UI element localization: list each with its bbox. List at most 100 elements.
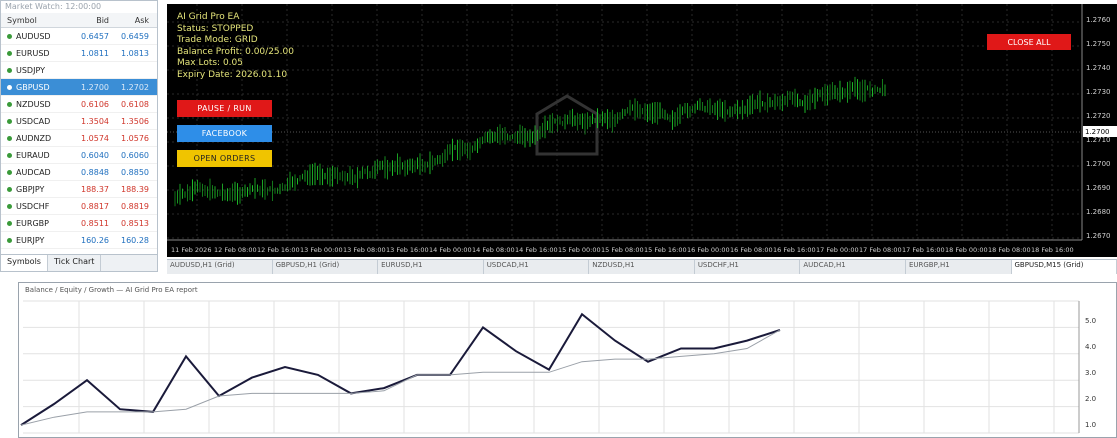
- ask-price: 0.6459: [121, 31, 149, 41]
- ask-price: 0.6060: [121, 150, 149, 160]
- bid-price: 1.0574: [81, 133, 109, 143]
- column-bid[interactable]: Bid: [73, 16, 113, 25]
- symbol-status-icon: [7, 203, 12, 209]
- symbol-status-icon: [7, 118, 12, 124]
- bid-price: 0.8511: [81, 218, 109, 228]
- symbol-label: EURAUD: [16, 150, 50, 160]
- chart-tab[interactable]: USDCHF,H1: [695, 260, 801, 274]
- time-label: 12 Feb 08:00: [214, 246, 257, 254]
- symbol-status-icon: [7, 186, 12, 192]
- symbol-label: AUDNZD: [16, 133, 52, 143]
- market-watch-row[interactable]: NZDUSD 0.6106 0.6108: [1, 96, 157, 113]
- symbol-label: USDCAD: [16, 116, 51, 126]
- chart-tab[interactable]: EURGBP,H1: [906, 260, 1012, 274]
- chart-tab[interactable]: NZDUSD,H1: [589, 260, 695, 274]
- bid-price: 0.8817: [81, 201, 109, 211]
- balance-line: [20, 312, 781, 426]
- market-watch-row[interactable]: AUDCAD 0.8848 0.8850: [1, 164, 157, 181]
- chart-tab[interactable]: AUDUSD,H1 (Grid): [167, 260, 273, 274]
- market-watch-row[interactable]: USDJPY: [1, 62, 157, 79]
- market-watch-row[interactable]: GBPJPY 188.37 188.39: [1, 181, 157, 198]
- ask-price: 1.0813: [121, 48, 149, 58]
- symbol-status-icon: [7, 135, 12, 141]
- ask-price: 0.8819: [121, 201, 149, 211]
- column-symbol[interactable]: Symbol: [1, 16, 73, 25]
- tab-tick-chart[interactable]: Tick Chart: [48, 255, 102, 271]
- market-watch-row[interactable]: GBPUSD 1.2700 1.2702: [1, 79, 157, 96]
- bid-price: 0.8848: [81, 167, 109, 177]
- symbol-label: AUDCAD: [16, 167, 51, 177]
- balance-line-chart: 5.0 4.0 3.0 2.0 1.0: [20, 300, 1096, 434]
- price-label: 1.2730: [1086, 88, 1111, 96]
- bid-price: 1.2700: [81, 82, 109, 92]
- price-label: 1.2760: [1086, 16, 1111, 24]
- market-watch-row[interactable]: USDCHF 0.8817 0.8819: [1, 198, 157, 215]
- symbol-name: USDCHF: [1, 202, 73, 211]
- symbol-name: EURGBP: [1, 219, 73, 228]
- chart-tab[interactable]: GBPUSD,H1 (Grid): [273, 260, 379, 274]
- symbol-name: USDCAD: [1, 117, 73, 126]
- symbol-status-icon: [7, 101, 12, 107]
- close-all-button[interactable]: CLOSE ALL: [987, 34, 1071, 50]
- report-y-label: 1.0: [1085, 421, 1096, 429]
- symbol-label: GBPJPY: [16, 184, 45, 194]
- market-watch-row[interactable]: EURUSD 1.0811 1.0813: [1, 45, 157, 62]
- symbol-status-icon: [7, 33, 12, 39]
- time-label: 15 Feb 08:00: [601, 246, 644, 254]
- time-label: 15 Feb 16:00: [644, 246, 687, 254]
- bid-price: 0.6457: [81, 31, 109, 41]
- bid-price: 160.26: [81, 235, 109, 245]
- current-price-label: 1.2700: [1085, 128, 1110, 136]
- time-label: 18 Feb 00:00: [945, 246, 988, 254]
- symbol-status-icon: [7, 237, 12, 243]
- bid-price: 1.0811: [81, 48, 109, 58]
- ea-max-lots: Max Lots: 0.05: [177, 58, 243, 68]
- ask-price: 0.8513: [121, 218, 149, 228]
- chart-tabs: AUDUSD,H1 (Grid) GBPUSD,H1 (Grid) EURUSD…: [167, 259, 1117, 274]
- ask-price: 160.28: [121, 235, 149, 245]
- open-orders-button[interactable]: OPEN ORDERS: [177, 150, 272, 167]
- market-watch-row[interactable]: EURGBP 0.8511 0.8513: [1, 215, 157, 232]
- terminal-window: Market Watch: 12:00:00 Symbol Bid Ask AU…: [0, 0, 1117, 438]
- ask-price: 0.8850: [121, 167, 149, 177]
- time-label: 17 Feb 08:00: [859, 246, 902, 254]
- market-watch-row[interactable]: EURAUD 0.6040 0.6060: [1, 147, 157, 164]
- symbol-status-icon: [7, 220, 12, 226]
- time-label: 14 Feb 16:00: [515, 246, 558, 254]
- chart-tab-active[interactable]: GBPUSD,M15 (Grid): [1011, 260, 1117, 274]
- ea-name: AI Grid Pro EA: [177, 12, 240, 22]
- time-label: 14 Feb 08:00: [472, 246, 515, 254]
- pause-run-button[interactable]: PAUSE / RUN: [177, 100, 272, 117]
- market-watch-row[interactable]: USDCAD 1.3504 1.3506: [1, 113, 157, 130]
- ask-price: 1.2702: [121, 82, 149, 92]
- time-label: 13 Feb 00:00: [300, 246, 343, 254]
- market-watch-row[interactable]: AUDUSD 0.6457 0.6459: [1, 28, 157, 45]
- market-watch-row[interactable]: EURJPY 160.26 160.28: [1, 232, 157, 249]
- facebook-button[interactable]: FACEBOOK: [177, 125, 272, 142]
- market-watch-panel: Market Watch: 12:00:00 Symbol Bid Ask AU…: [0, 0, 158, 272]
- chart-tab[interactable]: USDCAD,H1: [484, 260, 590, 274]
- market-watch-row[interactable]: AUDNZD 1.0574 1.0576: [1, 130, 157, 147]
- column-ask[interactable]: Ask: [113, 16, 153, 25]
- market-watch-columns: Symbol Bid Ask: [1, 13, 157, 28]
- tab-symbols[interactable]: Symbols: [1, 255, 48, 271]
- bid-price: 0.6106: [81, 99, 109, 109]
- symbol-name: EURJPY: [1, 236, 73, 245]
- time-label: 12 Feb 16:00: [257, 246, 300, 254]
- symbol-label: EURUSD: [16, 48, 50, 58]
- report-y-label: 3.0: [1085, 369, 1096, 377]
- chart-tab[interactable]: EURUSD,H1: [378, 260, 484, 274]
- ask-price: 188.39: [121, 184, 149, 194]
- symbol-name: USDJPY: [1, 66, 73, 75]
- symbol-status-icon: [7, 152, 12, 158]
- symbol-label: EURGBP: [16, 218, 49, 228]
- market-watch-tabs: Symbols Tick Chart: [1, 254, 157, 271]
- time-label: 17 Feb 16:00: [902, 246, 945, 254]
- time-label: 16 Feb 00:00: [687, 246, 730, 254]
- chart-tab[interactable]: AUDCAD,H1: [800, 260, 906, 274]
- report-y-label: 4.0: [1085, 343, 1096, 351]
- symbol-status-icon: [7, 67, 12, 73]
- price-chart[interactable]: 1.2760 1.2750 1.2740 1.2730 1.2720 1.2710 1.27…: [167, 4, 1117, 257]
- price-label: 1.2690: [1086, 184, 1111, 192]
- price-label: 1.2710: [1086, 136, 1111, 144]
